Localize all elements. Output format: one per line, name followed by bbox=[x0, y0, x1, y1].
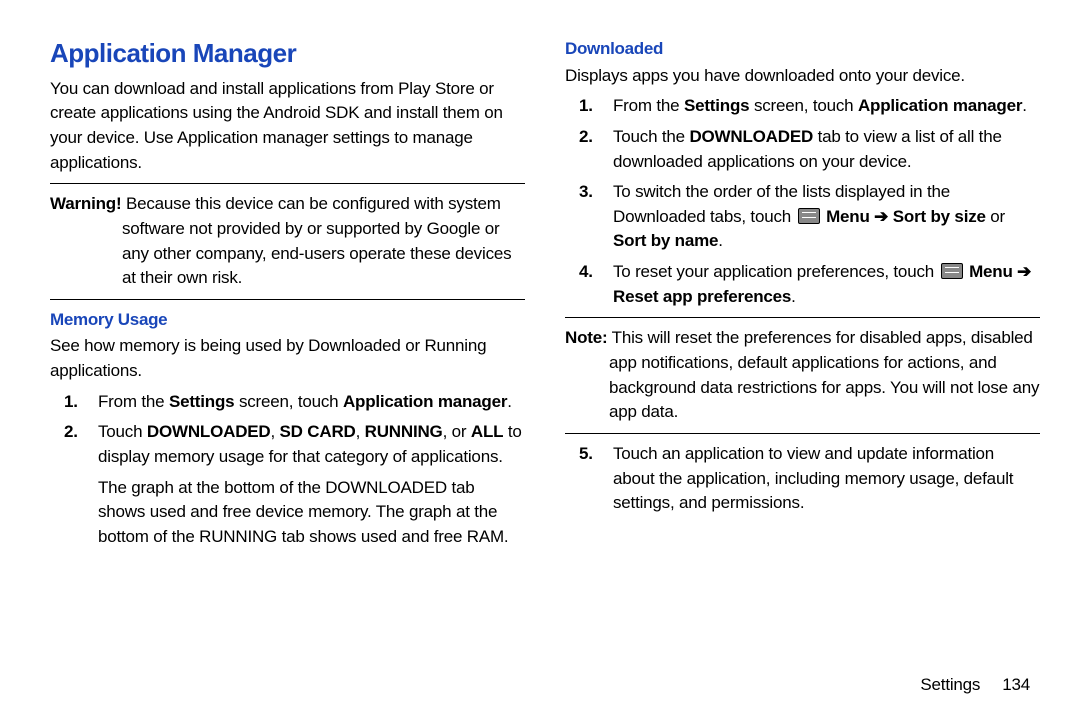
intro-paragraph: You can download and install application… bbox=[50, 77, 525, 176]
step-text: Touch the DOWNLOADED tab to view a list … bbox=[613, 125, 1040, 174]
text: screen, touch bbox=[749, 96, 858, 115]
bold-text: Reset app preferences bbox=[613, 287, 791, 306]
text: screen, touch bbox=[234, 392, 343, 411]
text: From the bbox=[613, 96, 684, 115]
divider bbox=[50, 183, 525, 184]
step-number: 1. bbox=[50, 390, 98, 415]
left-column: Application Manager You can download and… bbox=[50, 35, 525, 700]
menu-icon bbox=[798, 208, 820, 224]
text: , bbox=[271, 422, 280, 441]
list-item: 1. From the Settings screen, touch Appli… bbox=[50, 390, 525, 415]
page-footer: Settings 134 bbox=[920, 673, 1030, 698]
text: or bbox=[986, 207, 1005, 226]
bold-text: Sort by size bbox=[893, 207, 986, 226]
bold-text: Application manager bbox=[858, 96, 1022, 115]
right-column: Downloaded Displays apps you have downlo… bbox=[565, 35, 1040, 700]
bold-text: Menu bbox=[969, 262, 1013, 281]
arrow-icon: ➔ bbox=[870, 207, 893, 226]
bold-text: DOWNLOADED bbox=[147, 422, 271, 441]
divider bbox=[50, 299, 525, 300]
text: . bbox=[718, 231, 723, 250]
step-number: 3. bbox=[565, 180, 613, 254]
step-number: 4. bbox=[565, 260, 613, 309]
divider bbox=[565, 317, 1040, 318]
arrow-icon: ➔ bbox=[1013, 262, 1032, 281]
text: From the bbox=[98, 392, 169, 411]
footer-page-number: 134 bbox=[1002, 675, 1030, 694]
memory-steps: 1. From the Settings screen, touch Appli… bbox=[50, 390, 525, 550]
step-number: 2. bbox=[565, 125, 613, 174]
note-paragraph: Note: This will reset the preferences fo… bbox=[565, 326, 1040, 425]
list-item: 1. From the Settings screen, touch Appli… bbox=[565, 94, 1040, 119]
text: Touch the bbox=[613, 127, 689, 146]
warning-label: Warning! bbox=[50, 194, 121, 213]
list-item: 2. Touch the DOWNLOADED tab to view a li… bbox=[565, 125, 1040, 174]
list-item: 4. To reset your application preferences… bbox=[565, 260, 1040, 309]
text: Touch bbox=[98, 422, 147, 441]
text: . bbox=[507, 392, 512, 411]
bold-text: Application manager bbox=[343, 392, 507, 411]
step-text: From the Settings screen, touch Applicat… bbox=[98, 390, 525, 415]
heading-application-manager: Application Manager bbox=[50, 35, 525, 73]
text: To reset your application preferences, t… bbox=[613, 262, 939, 281]
warning-paragraph: Warning! Because this device can be conf… bbox=[50, 192, 525, 291]
warning-text: Because this device can be configured wi… bbox=[121, 194, 511, 287]
step-number: 1. bbox=[565, 94, 613, 119]
bold-text: RUNNING bbox=[365, 422, 443, 441]
text: . bbox=[1022, 96, 1027, 115]
divider bbox=[565, 433, 1040, 434]
list-item: 5. Touch an application to view and upda… bbox=[565, 442, 1040, 516]
footer-section: Settings bbox=[920, 675, 980, 694]
bold-text: Menu bbox=[826, 207, 870, 226]
text: . bbox=[791, 287, 796, 306]
step-text: Touch DOWNLOADED, SD CARD, RUNNING, or A… bbox=[98, 420, 525, 549]
step-sub-paragraph: The graph at the bottom of the DOWNLOADE… bbox=[98, 476, 525, 550]
downloaded-intro: Displays apps you have downloaded onto y… bbox=[565, 64, 1040, 89]
bold-text: DOWNLOADED bbox=[689, 127, 813, 146]
step-text: Touch an application to view and update … bbox=[613, 442, 1040, 516]
menu-icon bbox=[941, 263, 963, 279]
list-item: 3. To switch the order of the lists disp… bbox=[565, 180, 1040, 254]
step-text: From the Settings screen, touch Applicat… bbox=[613, 94, 1040, 119]
bold-text: ALL bbox=[471, 422, 503, 441]
list-item: 2. Touch DOWNLOADED, SD CARD, RUNNING, o… bbox=[50, 420, 525, 549]
bold-text: Sort by name bbox=[613, 231, 718, 250]
step-text: To reset your application preferences, t… bbox=[613, 260, 1040, 309]
memory-intro: See how memory is being used by Download… bbox=[50, 334, 525, 383]
step-number: 2. bbox=[50, 420, 98, 549]
downloaded-steps-continued: 5. Touch an application to view and upda… bbox=[565, 442, 1040, 516]
text: , or bbox=[443, 422, 471, 441]
document-page: Application Manager You can download and… bbox=[0, 0, 1080, 720]
step-number: 5. bbox=[565, 442, 613, 516]
bold-text: Settings bbox=[684, 96, 749, 115]
heading-memory-usage: Memory Usage bbox=[50, 308, 525, 333]
heading-downloaded: Downloaded bbox=[565, 37, 1040, 62]
bold-text: SD CARD bbox=[280, 422, 356, 441]
text: , bbox=[356, 422, 365, 441]
step-text: To switch the order of the lists display… bbox=[613, 180, 1040, 254]
downloaded-steps: 1. From the Settings screen, touch Appli… bbox=[565, 94, 1040, 309]
note-text: This will reset the preferences for disa… bbox=[607, 328, 1039, 421]
note-label: Note: bbox=[565, 328, 607, 347]
bold-text: Settings bbox=[169, 392, 234, 411]
